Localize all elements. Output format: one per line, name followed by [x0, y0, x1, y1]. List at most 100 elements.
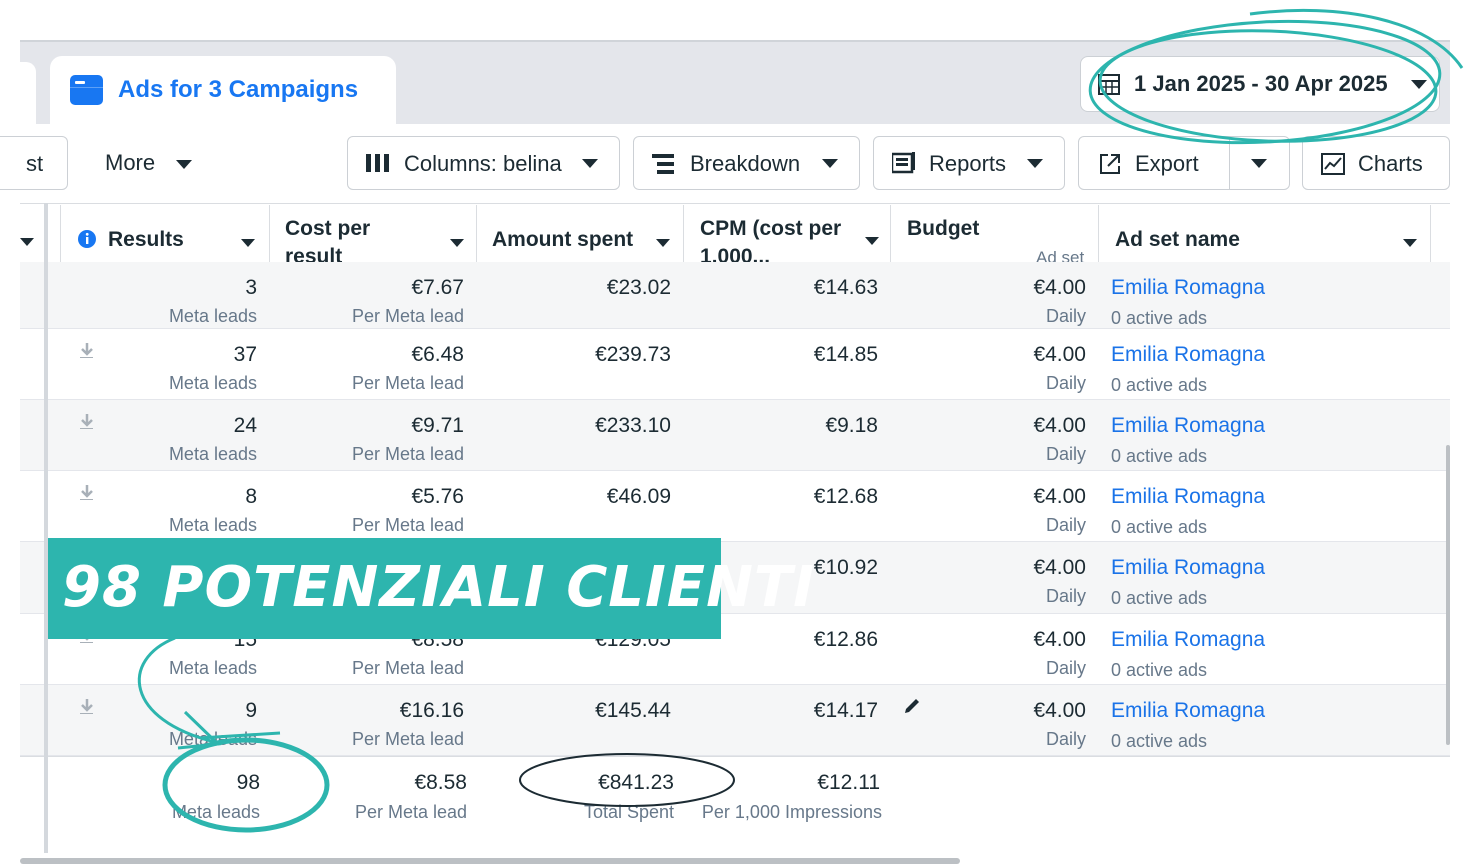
- row-budget[interactable]: €4.00: [1033, 628, 1086, 652]
- chevron-down-icon[interactable]: [20, 238, 34, 246]
- tab-previous[interactable]: [20, 62, 36, 124]
- row-active-ads: 0 active ads: [1111, 588, 1208, 608]
- row-cpm: €14.63: [813, 276, 878, 299]
- row-cpm: €12.86: [813, 628, 878, 651]
- row-cpm: €10.92: [813, 556, 878, 579]
- chevron-down-icon[interactable]: [1403, 239, 1417, 247]
- download-icon[interactable]: [79, 484, 93, 500]
- columns-button[interactable]: Columns: belina: [347, 136, 620, 190]
- ad-set-name-header[interactable]: Ad set name: [1115, 226, 1240, 254]
- row-budget[interactable]: €4.00: [1033, 556, 1086, 580]
- chevron-down-icon[interactable]: [241, 239, 255, 247]
- row-ad-set-name-link[interactable]: Emilia Romagna: [1111, 414, 1265, 438]
- date-range-picker[interactable]: 1 Jan 2025 - 30 Apr 2025: [1080, 56, 1440, 112]
- row-active-ads: 0 active ads: [1111, 446, 1208, 466]
- chevron-down-icon[interactable]: [865, 237, 879, 245]
- row-ad-set-name-link[interactable]: Emilia Romagna: [1111, 343, 1265, 367]
- results-header[interactable]: Results: [108, 226, 184, 254]
- columns-label: Columns: belina: [404, 151, 562, 176]
- export-dropdown-icon[interactable]: [1251, 159, 1267, 168]
- tab-ads-label: Ads for 3 Campaigns: [118, 76, 359, 103]
- reports-icon: [892, 152, 915, 174]
- calendar-icon: [1098, 74, 1120, 95]
- row-budget-sub: Daily: [1045, 306, 1086, 326]
- row-results-sub: Meta leads: [168, 306, 257, 326]
- chevron-down-icon: [1411, 80, 1427, 89]
- reports-label: Reports: [929, 151, 1007, 176]
- row-amount-spent: €46.09: [606, 485, 671, 508]
- row-amount-spent: €145.44: [595, 699, 671, 722]
- chevron-down-icon: [582, 159, 598, 168]
- download-icon[interactable]: [79, 413, 93, 429]
- breakdown-button[interactable]: Breakdown: [633, 136, 860, 190]
- row-cost-per-result-sub: Per Meta lead: [351, 444, 464, 464]
- horizontal-scrollbar[interactable]: [20, 858, 960, 864]
- row-budget-sub: Daily: [1045, 586, 1086, 606]
- total-amount-spent-sub: Total Spent: [583, 802, 674, 822]
- partial-button-label: st: [26, 151, 44, 176]
- budget-header[interactable]: Budget: [907, 215, 979, 243]
- chevron-down-icon: [176, 160, 192, 169]
- left-border: [44, 203, 48, 853]
- row-budget-sub: Daily: [1045, 515, 1086, 535]
- total-results-sub: Meta leads: [171, 802, 260, 822]
- row-results: 3: [245, 276, 257, 299]
- total-cpm-sub: Per 1,000 Impressions: [701, 802, 882, 822]
- tab-ads[interactable]: Ads for 3 Campaigns: [50, 56, 396, 124]
- chevron-down-icon[interactable]: [656, 239, 670, 247]
- row-cost-per-result: €16.16: [399, 699, 464, 722]
- row-budget[interactable]: €4.00: [1033, 343, 1086, 367]
- breakdown-label: Breakdown: [690, 151, 801, 176]
- amount-spent-header[interactable]: Amount spent: [492, 226, 633, 254]
- download-icon[interactable]: [79, 698, 93, 714]
- row-cost-per-result-sub: Per Meta lead: [351, 729, 464, 749]
- row-ad-set-name-link[interactable]: Emilia Romagna: [1111, 556, 1265, 580]
- total-cpm: €12.11: [817, 771, 880, 794]
- row-cost-per-result: €6.48: [411, 343, 464, 366]
- row-amount-spent: €233.10: [595, 414, 671, 437]
- row-ad-set-name-link[interactable]: Emilia Romagna: [1111, 485, 1265, 509]
- charts-button[interactable]: Charts: [1302, 136, 1450, 190]
- row-budget[interactable]: €4.00: [1033, 485, 1086, 509]
- row-ad-set-name-link[interactable]: Emilia Romagna: [1111, 276, 1265, 300]
- row-cpm: €14.17: [813, 699, 878, 722]
- columns-icon: [366, 154, 389, 172]
- row-amount-spent: €23.02: [606, 276, 671, 299]
- export-button[interactable]: Export: [1078, 136, 1290, 190]
- export-label: Export: [1135, 151, 1199, 176]
- chevron-down-icon[interactable]: [450, 239, 464, 247]
- row-budget-sub: Daily: [1045, 729, 1086, 749]
- annotation-banner-text: 98 POTENZIALI CLIENTI: [62, 555, 815, 620]
- row-budget-sub: Daily: [1045, 444, 1086, 464]
- row-ad-set-name-link[interactable]: Emilia Romagna: [1111, 699, 1265, 723]
- row-results: 37: [233, 343, 257, 366]
- row-ad-set-name-link[interactable]: Emilia Romagna: [1111, 628, 1265, 652]
- row-cost-per-result-sub: Per Meta lead: [351, 515, 464, 535]
- row-budget[interactable]: €4.00: [1033, 699, 1086, 723]
- row-cpm: €12.68: [813, 485, 878, 508]
- partial-toolbar-button[interactable]: st: [0, 136, 68, 190]
- ads-icon: [70, 75, 103, 105]
- row-active-ads: 0 active ads: [1111, 308, 1208, 328]
- row-results: 9: [245, 699, 257, 722]
- export-divider: [1229, 137, 1230, 189]
- edit-pencil-icon[interactable]: [903, 697, 921, 715]
- row-cost-per-result: €5.76: [411, 485, 464, 508]
- more-button[interactable]: More: [90, 136, 210, 190]
- row-active-ads: 0 active ads: [1111, 375, 1208, 395]
- row-budget[interactable]: €4.00: [1033, 414, 1086, 438]
- vertical-scrollbar[interactable]: [1446, 445, 1450, 745]
- info-icon[interactable]: [77, 229, 97, 249]
- download-icon[interactable]: [79, 342, 93, 358]
- row-active-ads: 0 active ads: [1111, 517, 1208, 537]
- row-results-sub: Meta leads: [168, 515, 257, 535]
- row-budget[interactable]: €4.00: [1033, 276, 1086, 300]
- total-cost-per-result: €8.58: [414, 771, 467, 794]
- cpm-header-line1[interactable]: CPM (cost per: [700, 215, 841, 243]
- row-results: 8: [245, 485, 257, 508]
- row-budget-sub: Daily: [1045, 373, 1086, 393]
- breakdown-icon: [652, 154, 674, 174]
- cost-per-result-header-line1[interactable]: Cost per: [285, 215, 370, 243]
- reports-button[interactable]: Reports: [873, 136, 1065, 190]
- date-range-label: 1 Jan 2025 - 30 Apr 2025: [1134, 71, 1388, 96]
